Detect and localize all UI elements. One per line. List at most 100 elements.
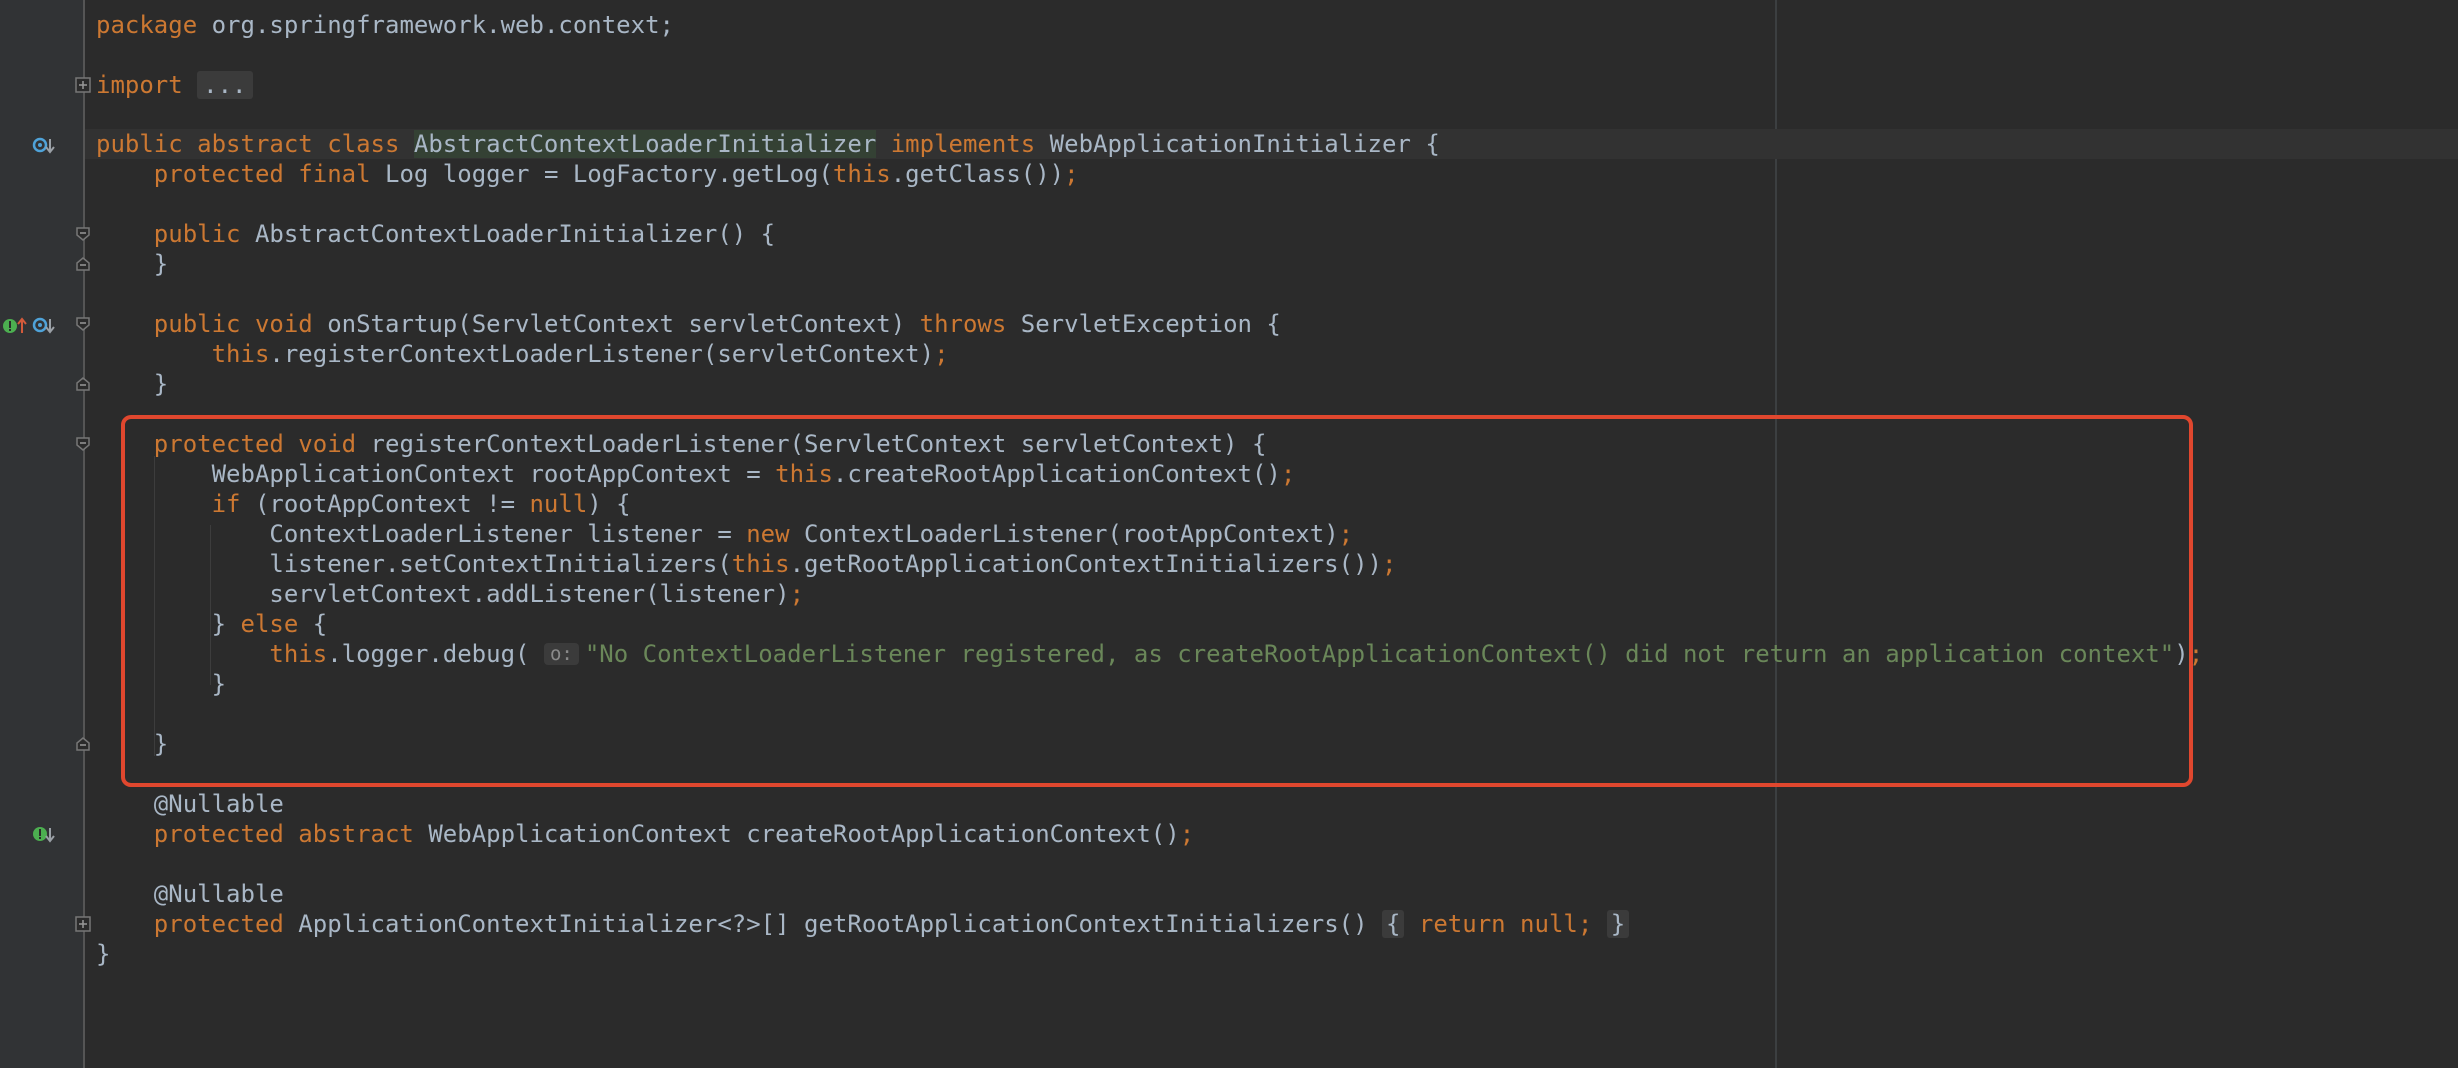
code-text: .getClass()) (890, 160, 1065, 188)
fold-end-icon[interactable] (75, 256, 91, 272)
overrides-icon[interactable] (2, 314, 27, 333)
code-line-class-declaration[interactable]: public abstract class AbstractContextLoa… (96, 129, 1440, 159)
fold-collapse-icon[interactable] (75, 316, 91, 332)
code-line-brace[interactable]: } (96, 249, 168, 279)
code-line-class-end[interactable]: } (96, 939, 110, 969)
keyword: throws (919, 310, 1007, 338)
code-line-debug[interactable]: this.logger.debug( o: "No ContextLoaderLi… (96, 639, 2203, 669)
keyword: new (746, 520, 790, 548)
fold-expand-icon[interactable] (75, 916, 91, 932)
code-line-brace[interactable]: } (96, 669, 226, 699)
semicolon: ; (1338, 520, 1354, 548)
fold-end-icon[interactable] (75, 736, 91, 752)
keyword: if (96, 490, 241, 518)
folded-body-content: return null; (1418, 910, 1593, 938)
semicolon: ; (789, 580, 805, 608)
semicolon: ; (934, 340, 949, 368)
gutter-divider (83, 0, 85, 1068)
code-line-add-listener[interactable]: servletContext.addListener(listener); (96, 579, 804, 609)
fold-expand-icon[interactable] (75, 77, 91, 93)
code-line-new-listener[interactable]: ContextLoaderListener listener = new Con… (96, 519, 1353, 549)
code-line-register-method[interactable]: protected void registerContextLoaderList… (96, 429, 1267, 459)
fold-collapse-icon[interactable] (75, 436, 91, 452)
code-line-root-context[interactable]: WebApplicationContext rootAppContext = t… (96, 459, 1296, 489)
code-line-package[interactable]: package org.springframework.web.context; (96, 10, 674, 40)
code-text: servletContext.addListener(listener) (96, 580, 790, 608)
code-text: .createRootApplicationContext() (832, 460, 1281, 488)
code-text: { (298, 610, 328, 638)
code-line-onstartup[interactable]: public void onStartup(ServletContext ser… (96, 309, 1281, 339)
implemented-by-icon[interactable] (32, 314, 55, 334)
keyword: protected final (96, 160, 371, 188)
code-line-annotation[interactable]: @Nullable (96, 789, 284, 819)
code-text: WebApplicationInitializer { (1035, 130, 1440, 158)
keyword: protected void (96, 430, 357, 458)
code-text: .registerContextLoaderListener(servletCo… (269, 340, 935, 368)
editor-gutter (0, 0, 84, 1068)
code-line-if[interactable]: if (rootAppContext != null) { (96, 489, 631, 519)
semicolon: ; (1280, 460, 1296, 488)
keyword: import (96, 71, 183, 99)
code-text: org.springframework.web.context; (197, 11, 674, 39)
keyword: public abstract class (96, 130, 414, 158)
code-text: } (96, 370, 169, 398)
code-text: .logger.debug( (327, 640, 544, 668)
annotation: @Nullable (96, 880, 284, 908)
fold-end-icon[interactable] (75, 376, 91, 392)
semicolon: ; (2188, 640, 2204, 668)
folded-imports[interactable]: ... (197, 71, 253, 99)
keyword: null (529, 490, 588, 518)
implemented-by-icon[interactable] (32, 134, 55, 154)
fold-collapse-icon[interactable] (75, 226, 91, 242)
code-line-abstract-method[interactable]: protected abstract WebApplicationContext… (96, 819, 1194, 849)
code-text: WebApplicationContext rootAppContext = (96, 460, 776, 488)
class-name: AbstractContextLoaderInitializer (413, 130, 877, 158)
code-line-set-initializers[interactable]: listener.setContextInitializers(this.get… (96, 549, 1396, 579)
right-margin-guide (1775, 0, 1777, 1068)
code-text: ) (2174, 640, 2189, 668)
code-line-constructor[interactable]: public AbstractContextLoaderInitializer(… (96, 219, 775, 249)
code-text: } (96, 610, 241, 638)
code-text: } (96, 940, 111, 968)
code-line-brace[interactable]: } (96, 729, 168, 759)
implementation-icon[interactable] (32, 823, 55, 843)
code-line-else[interactable]: } else { (96, 609, 328, 639)
code-text: Log logger = LogFactory.getLog( (370, 160, 833, 188)
code-line-import[interactable]: import ... (96, 70, 253, 100)
keyword: package (96, 11, 198, 39)
code-line-annotation[interactable]: @Nullable (96, 879, 284, 909)
code-line-initializers-method[interactable]: protected ApplicationContextInitializer<… (96, 909, 1630, 939)
code-line-brace[interactable]: } (96, 369, 168, 399)
code-text: ApplicationContextInitializer<?>[] getRo… (283, 910, 1368, 938)
folded-body-open[interactable]: { (1382, 910, 1405, 938)
code-text: } (96, 670, 227, 698)
keyword: public (96, 220, 241, 248)
parameter-hint: o: (543, 643, 579, 665)
semicolon: ; (1179, 820, 1195, 848)
code-editor[interactable]: package org.springframework.web.context;… (0, 0, 2458, 1068)
folded-body-close[interactable]: } (1606, 910, 1630, 938)
keyword: protected abstract (96, 820, 414, 848)
code-text: (rootAppContext != (240, 490, 530, 518)
keyword: this (832, 160, 891, 188)
code-line-logger-field[interactable]: protected final Log logger = LogFactory.… (96, 159, 1079, 189)
code-text: } (96, 730, 169, 758)
keyword: this (96, 340, 270, 368)
keyword: this (775, 460, 833, 488)
code-text: .getRootApplicationContextInitializers()… (789, 550, 1382, 578)
code-text: WebApplicationContext createRootApplicat… (413, 820, 1180, 848)
code-text: ContextLoaderListener(rootAppContext) (789, 520, 1339, 548)
keyword: public void (96, 310, 313, 338)
keyword: protected (96, 910, 284, 938)
code-text: } (96, 250, 169, 278)
string-literal: "No ContextLoaderListener registered, as… (584, 640, 2175, 668)
code-text: listener.setContextInitializers( (96, 550, 732, 578)
keyword: implements (876, 130, 1036, 158)
code-line-register-call[interactable]: this.registerContextLoaderListener(servl… (96, 339, 949, 369)
keyword: this (96, 640, 328, 668)
code-text: ) { (587, 490, 631, 518)
code-text: ContextLoaderListener listener = (96, 520, 747, 548)
